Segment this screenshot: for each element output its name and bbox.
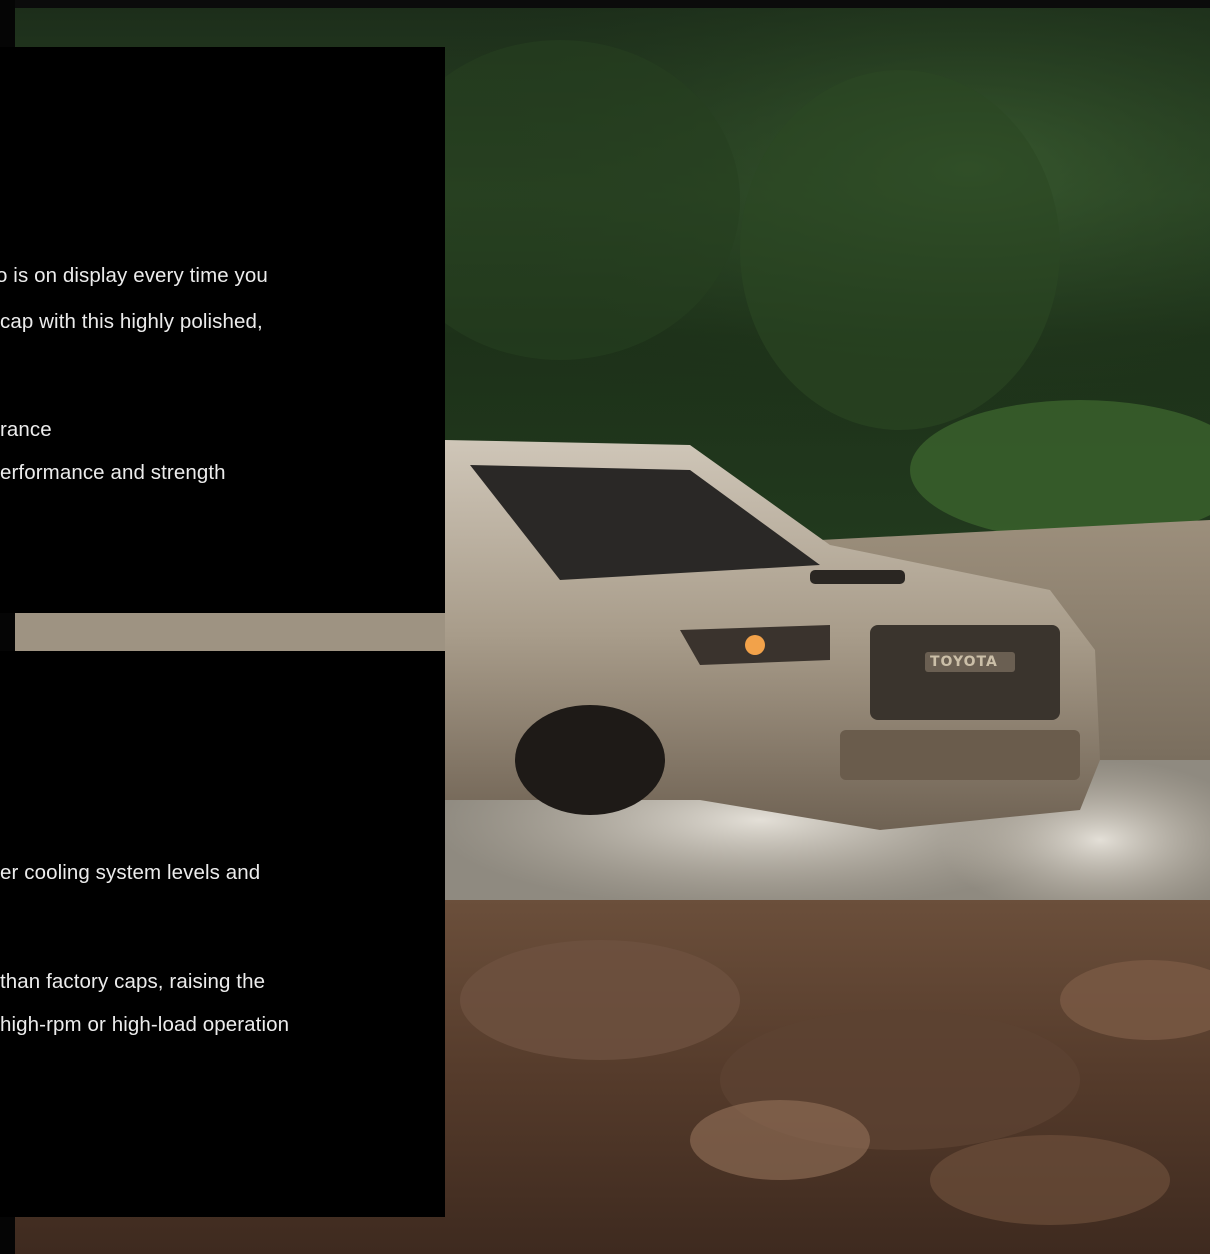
panel-text-line: erformance and strength	[0, 461, 226, 484]
grille-logo-text: TOYOTA	[930, 654, 998, 670]
panel-text-line: rance	[0, 418, 52, 441]
panel-text-line: o is on display every time you	[0, 264, 268, 287]
page: TOYOTA o is on display every time you ca…	[0, 0, 1210, 1254]
panel-text-line: cap with this highly polished,	[0, 310, 263, 333]
panel-text-line: er cooling system levels and	[0, 861, 261, 884]
top-edge-strip	[0, 0, 1210, 8]
feature-text-panel-bottom: er cooling system levels and than factor…	[0, 651, 445, 1217]
panel-text-line: than factory caps, raising the	[0, 970, 266, 993]
panel-text-line: high-rpm or high-load operation	[0, 1013, 290, 1036]
feature-text-panel-top: o is on display every time you cap with …	[0, 47, 445, 613]
